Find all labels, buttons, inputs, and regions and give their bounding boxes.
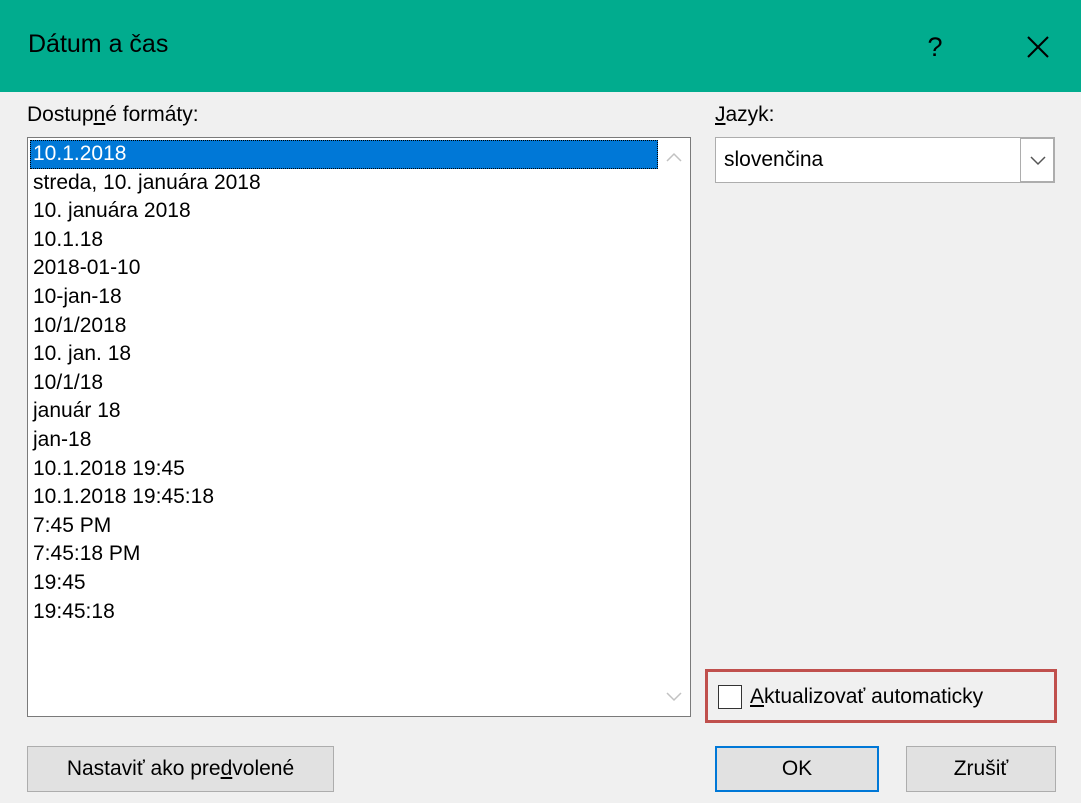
title-bar: Dátum a čas ? <box>0 0 1081 92</box>
formats-scrollbar[interactable] <box>659 139 689 715</box>
format-list-item[interactable]: 10.1.2018 <box>30 140 658 169</box>
ok-button[interactable]: OK <box>715 746 879 792</box>
formats-label: Dostupné formáty: <box>27 103 199 126</box>
close-icon <box>1026 36 1049 58</box>
format-list-item[interactable]: 10/1/18 <box>30 369 658 398</box>
cancel-button[interactable]: Zrušiť <box>906 746 1056 792</box>
format-list-item[interactable]: 10. jan. 18 <box>30 340 658 369</box>
chevron-down-icon <box>1030 156 1046 166</box>
format-list-item[interactable]: 7:45 PM <box>30 512 658 541</box>
auto-update-label[interactable]: Aktualizovať automaticky <box>750 685 983 709</box>
auto-update-checkbox[interactable]: Aktualizovať automaticky <box>718 681 983 713</box>
format-list-item[interactable]: jan-18 <box>30 426 658 455</box>
format-list-item[interactable]: 10.1.2018 19:45 <box>30 455 658 484</box>
checkbox-box[interactable] <box>718 685 742 709</box>
set-default-button[interactable]: Nastaviť ako pre d volené <box>27 746 334 792</box>
formats-listbox[interactable]: 10.1.2018 streda, 10. januára 2018 10. jan… <box>27 137 691 717</box>
format-list-item[interactable]: január 18 <box>30 397 658 426</box>
language-dropdown-button[interactable] <box>1020 138 1054 182</box>
chevron-down-icon <box>666 692 682 702</box>
format-list-item[interactable]: streda, 10. januára 2018 <box>30 169 658 198</box>
format-list-item[interactable]: 19:45 <box>30 569 658 598</box>
format-list-item[interactable]: 10. januára 2018 <box>30 197 658 226</box>
format-list-item[interactable]: 19:45:18 <box>30 598 658 627</box>
scroll-up-button[interactable] <box>659 142 689 172</box>
help-button[interactable]: ? <box>905 22 965 72</box>
language-select[interactable]: slovenčina <box>715 137 1055 183</box>
format-list-item[interactable]: 2018-01-10 <box>30 254 658 283</box>
language-label: Jazyk: <box>715 103 775 126</box>
format-list-item[interactable]: 10.1.18 <box>30 226 658 255</box>
language-value: slovenčina <box>724 148 824 171</box>
dialog-title: Dátum a čas <box>28 30 169 58</box>
chevron-up-icon <box>666 152 682 162</box>
format-list-item[interactable]: 10.1.2018 19:45:18 <box>30 483 658 512</box>
format-list-item[interactable]: 10-jan-18 <box>30 283 658 312</box>
format-list-item[interactable]: 10/1/2018 <box>30 312 658 341</box>
format-list-item[interactable]: 7:45:18 PM <box>30 540 658 569</box>
scroll-down-button[interactable] <box>659 682 689 712</box>
formats-items: 10.1.2018 streda, 10. januára 2018 10. jan… <box>30 140 658 714</box>
close-button[interactable] <box>1010 22 1065 72</box>
